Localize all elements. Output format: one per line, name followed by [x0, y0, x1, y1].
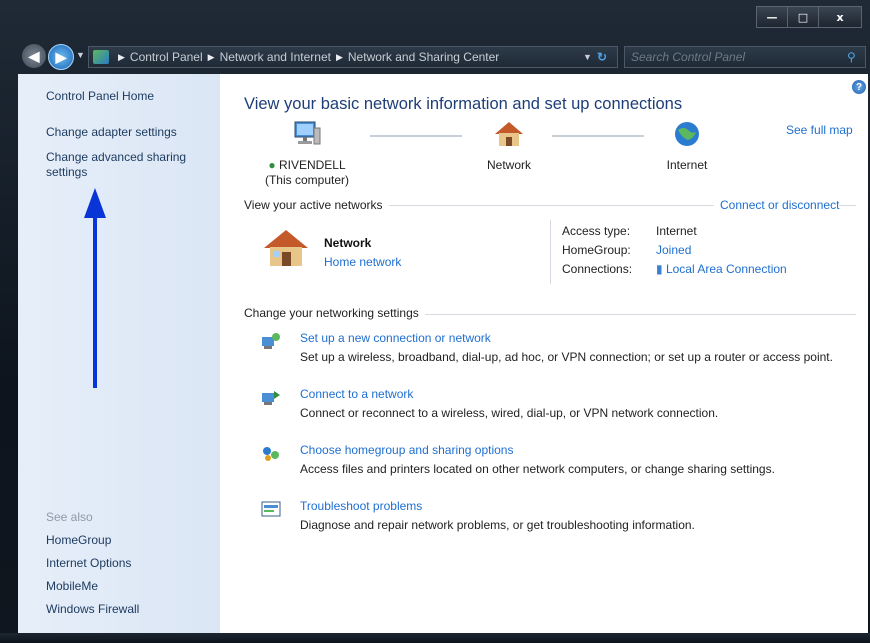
- sidebar-item-mobileme[interactable]: MobileMe: [46, 579, 98, 594]
- back-arrow-icon: ◀: [28, 47, 40, 64]
- new-connection-icon: [262, 333, 280, 349]
- breadcrumb-network-and-sharing-center[interactable]: Network and Sharing Center: [348, 50, 499, 64]
- globe-icon: [675, 122, 699, 146]
- homegroup-sharing-link[interactable]: Choose homegroup and sharing options: [300, 443, 513, 457]
- annotation-arrow-up: [84, 188, 106, 388]
- homegroup-sharing-description: Access files and printers located on oth…: [300, 462, 775, 476]
- sidebar-item-windows-firewall[interactable]: Windows Firewall: [46, 602, 139, 617]
- map-connector-line: [370, 135, 462, 137]
- map-node-network[interactable]: Network: [474, 120, 544, 173]
- task-homegroup-sharing: Choose homegroup and sharing options Acc…: [260, 443, 860, 479]
- setup-connection-description: Set up a wireless, broadband, dial-up, a…: [300, 350, 833, 364]
- connect-network-icon: [262, 391, 280, 405]
- task-troubleshoot: Troubleshoot problems Diagnose and repai…: [260, 499, 860, 535]
- task-setup-connection: Set up a new connection or network Set u…: [260, 331, 860, 367]
- chevron-right-icon[interactable]: ▶: [208, 52, 215, 63]
- homegroup-label: HomeGroup:: [562, 243, 631, 257]
- address-bar[interactable]: ▶ Control Panel ▶ Network and Internet ▶…: [88, 46, 618, 68]
- connect-to-network-link[interactable]: Connect to a network: [300, 387, 413, 401]
- chevron-right-icon[interactable]: ▶: [336, 52, 343, 63]
- troubleshoot-icon: [261, 501, 281, 517]
- connections-row: Connections: ▮ Local Area Connection: [562, 260, 787, 278]
- title-bar: — □ x: [0, 0, 870, 40]
- change-settings-heading: Change your networking settings: [244, 306, 425, 320]
- vertical-divider: [550, 220, 551, 284]
- sidebar-item-label: Change advanced sharing: [46, 150, 187, 164]
- sidebar-item-change-advanced-sharing[interactable]: Change advanced sharing settings: [46, 150, 186, 180]
- home-network-icon: [495, 122, 523, 146]
- minimize-button[interactable]: —: [756, 6, 788, 28]
- close-button[interactable]: x: [818, 6, 862, 28]
- sidebar-item-internet-options[interactable]: Internet Options: [46, 556, 131, 571]
- task-connect-network: Connect to a network Connect or reconnec…: [260, 387, 860, 423]
- computer-subtitle: (This computer): [264, 173, 350, 187]
- breadcrumb-control-panel[interactable]: Control Panel: [130, 50, 203, 64]
- back-button[interactable]: ◀: [22, 44, 46, 68]
- search-icon[interactable]: ⚲: [847, 50, 865, 64]
- breadcrumb-network-and-internet[interactable]: Network and Internet: [220, 50, 331, 64]
- refresh-icon[interactable]: ↻: [597, 50, 617, 64]
- homegroup-joined-link[interactable]: Joined: [656, 243, 691, 257]
- troubleshoot-description: Diagnose and repair network problems, or…: [300, 518, 695, 532]
- forward-button[interactable]: ▶: [48, 44, 74, 70]
- maximize-button[interactable]: □: [787, 6, 819, 28]
- local-area-connection-link[interactable]: Local Area Connection: [666, 262, 787, 276]
- sidebar-item-homegroup[interactable]: HomeGroup: [46, 533, 111, 548]
- setup-connection-link[interactable]: Set up a new connection or network: [300, 331, 491, 345]
- sidebar-item-label: settings: [46, 165, 88, 179]
- access-type-value: Internet: [656, 224, 697, 238]
- address-dropdown-icon[interactable]: ▼: [583, 52, 597, 62]
- home-network-icon: [264, 230, 308, 266]
- chevron-right-icon[interactable]: ▶: [118, 52, 125, 63]
- network-type-link[interactable]: Home network: [324, 255, 401, 269]
- navigation-bar: ◀ ▶ ▼ ▶ Control Panel ▶ Network and Inte…: [0, 40, 870, 74]
- help-icon[interactable]: ?: [852, 80, 866, 94]
- main-panel: ? View your basic network information an…: [220, 74, 868, 633]
- map-node-computer[interactable]: ● RIVENDELL (This computer): [262, 120, 352, 188]
- sidebar-item-control-panel-home[interactable]: Control Panel Home: [46, 89, 154, 104]
- network-label: Network: [486, 158, 531, 172]
- control-panel-icon: [93, 50, 109, 64]
- internet-label: Internet: [666, 158, 708, 172]
- recent-pages-dropdown-icon[interactable]: ▼: [76, 50, 85, 60]
- active-networks-heading: View your active networks: [244, 198, 389, 212]
- sidebar-item-change-adapter-settings[interactable]: Change adapter settings: [46, 125, 177, 140]
- computer-icon: [294, 121, 321, 145]
- content-area: Control Panel Home Change adapter settin…: [18, 74, 868, 633]
- see-also-heading: See also: [46, 510, 93, 524]
- connect-or-disconnect-link[interactable]: Connect or disconnect: [714, 198, 840, 212]
- forward-arrow-icon: ▶: [55, 48, 67, 65]
- sidebar: Control Panel Home Change adapter settin…: [18, 74, 220, 633]
- active-network-name: Network: [324, 236, 372, 250]
- page-title: View your basic network information and …: [244, 95, 683, 113]
- ethernet-icon: ▮: [656, 262, 663, 276]
- map-node-internet[interactable]: Internet: [652, 120, 722, 173]
- computer-name: RIVENDELL: [278, 158, 346, 172]
- access-type-label: Access type:: [562, 224, 631, 238]
- homegroup-icon: [263, 447, 279, 461]
- search-input[interactable]: [625, 49, 847, 65]
- homegroup-row: HomeGroup: Joined: [562, 241, 691, 259]
- window-controls: — □ x: [756, 6, 862, 28]
- access-type-row: Access type: Internet: [562, 222, 697, 240]
- see-full-map-link[interactable]: See full map: [786, 123, 853, 137]
- troubleshoot-problems-link[interactable]: Troubleshoot problems: [300, 499, 422, 513]
- connections-label: Connections:: [562, 262, 633, 276]
- window-bottom-border: [0, 633, 870, 643]
- connect-to-network-description: Connect or reconnect to a wireless, wire…: [300, 406, 719, 420]
- search-box: ⚲: [624, 46, 866, 68]
- homegroup-computer-icon: ●: [268, 158, 276, 172]
- window-frame: — □ x ◀ ▶ ▼ ▶ Control Panel ▶ Network an…: [0, 0, 870, 643]
- computer-name-row: ● RIVENDELL: [262, 158, 352, 173]
- map-connector-line: [552, 135, 644, 137]
